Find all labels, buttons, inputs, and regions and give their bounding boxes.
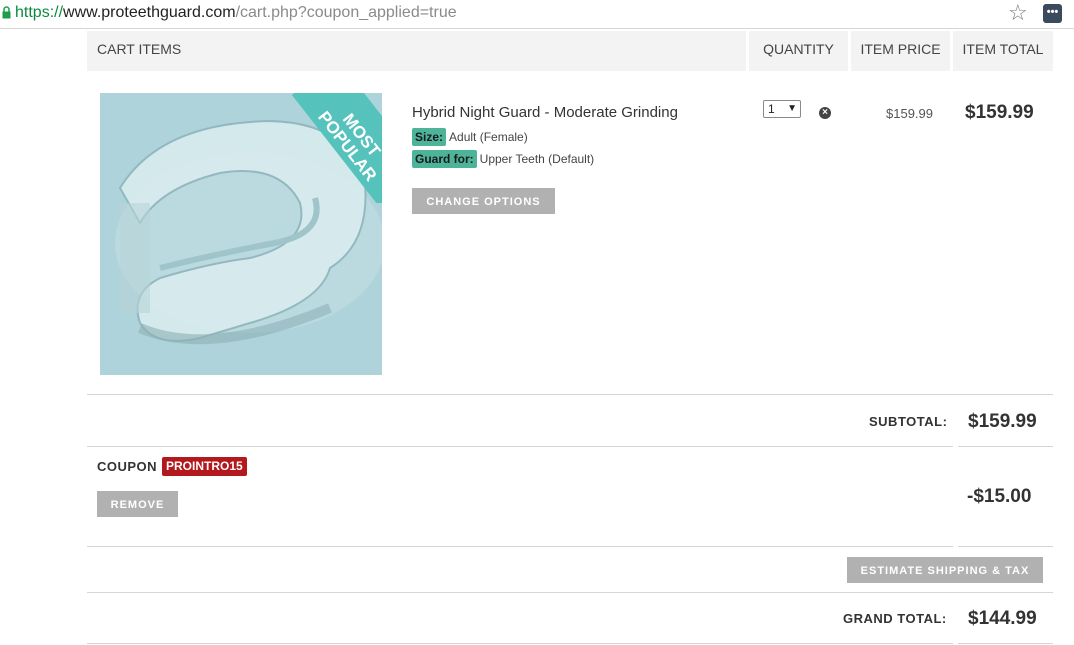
divider bbox=[87, 592, 1053, 593]
bookmark-star-icon[interactable]: ☆ bbox=[1008, 2, 1028, 24]
remove-coupon-button[interactable]: REMOVE bbox=[97, 491, 178, 517]
change-options-button[interactable]: CHANGE OPTIONS bbox=[412, 188, 555, 214]
estimate-shipping-button[interactable]: ESTIMATE SHIPPING & TAX bbox=[847, 557, 1043, 583]
quantity-select[interactable]: 1 ▼ bbox=[763, 100, 801, 118]
option-guard-label: Guard for: bbox=[412, 150, 477, 168]
item-price: $159.99 bbox=[886, 106, 933, 121]
divider bbox=[87, 394, 1053, 395]
extension-menu-icon[interactable]: ••• bbox=[1043, 4, 1062, 23]
option-guard-for: Guard for: Upper Teeth (Default) bbox=[412, 150, 594, 168]
divider bbox=[958, 546, 1053, 547]
header-item-total: ITEM TOTAL bbox=[953, 31, 1053, 71]
coupon-code-badge: PROINTRO15 bbox=[162, 457, 247, 476]
option-size-value: Adult (Female) bbox=[449, 130, 528, 144]
header-quantity: QUANTITY bbox=[749, 31, 848, 71]
grand-total-label: GRAND TOTAL: bbox=[843, 611, 947, 626]
quantity-value: 1 bbox=[768, 102, 775, 116]
grand-total-amount: $144.99 bbox=[968, 608, 1037, 629]
subtotal-label: SUBTOTAL: bbox=[869, 414, 948, 429]
lock-icon bbox=[2, 6, 11, 19]
header-item-price: ITEM PRICE bbox=[851, 31, 950, 71]
divider bbox=[87, 546, 953, 547]
divider bbox=[958, 643, 1053, 644]
url-scheme: https:// bbox=[15, 4, 64, 21]
divider bbox=[87, 643, 953, 644]
discount-amount: -$15.00 bbox=[967, 486, 1032, 507]
option-size-label: Size: bbox=[412, 128, 447, 146]
dropdown-arrow-icon: ▼ bbox=[787, 103, 797, 114]
coupon-label: COUPON bbox=[97, 459, 158, 474]
remove-item-icon[interactable]: × bbox=[819, 107, 831, 119]
option-size: Size: Adult (Female) bbox=[412, 128, 528, 146]
most-popular-ribbon: MOST POPULAR bbox=[292, 93, 382, 203]
divider bbox=[958, 446, 1053, 447]
item-total: $159.99 bbox=[965, 102, 1034, 123]
divider bbox=[87, 446, 953, 447]
browser-address-bar[interactable]: https://www.proteethguard.com/cart.php?c… bbox=[0, 0, 1074, 29]
url-path: /cart.php?coupon_applied=true bbox=[235, 4, 457, 21]
header-cart-items: CART ITEMS bbox=[87, 31, 746, 71]
option-guard-value: Upper Teeth (Default) bbox=[479, 152, 595, 166]
url-host: www.proteethguard.com bbox=[63, 4, 236, 21]
product-name[interactable]: Hybrid Night Guard - Moderate Grinding bbox=[412, 104, 678, 121]
url-text[interactable]: https://www.proteethguard.com/cart.php?c… bbox=[15, 4, 457, 22]
subtotal-amount: $159.99 bbox=[968, 411, 1037, 432]
